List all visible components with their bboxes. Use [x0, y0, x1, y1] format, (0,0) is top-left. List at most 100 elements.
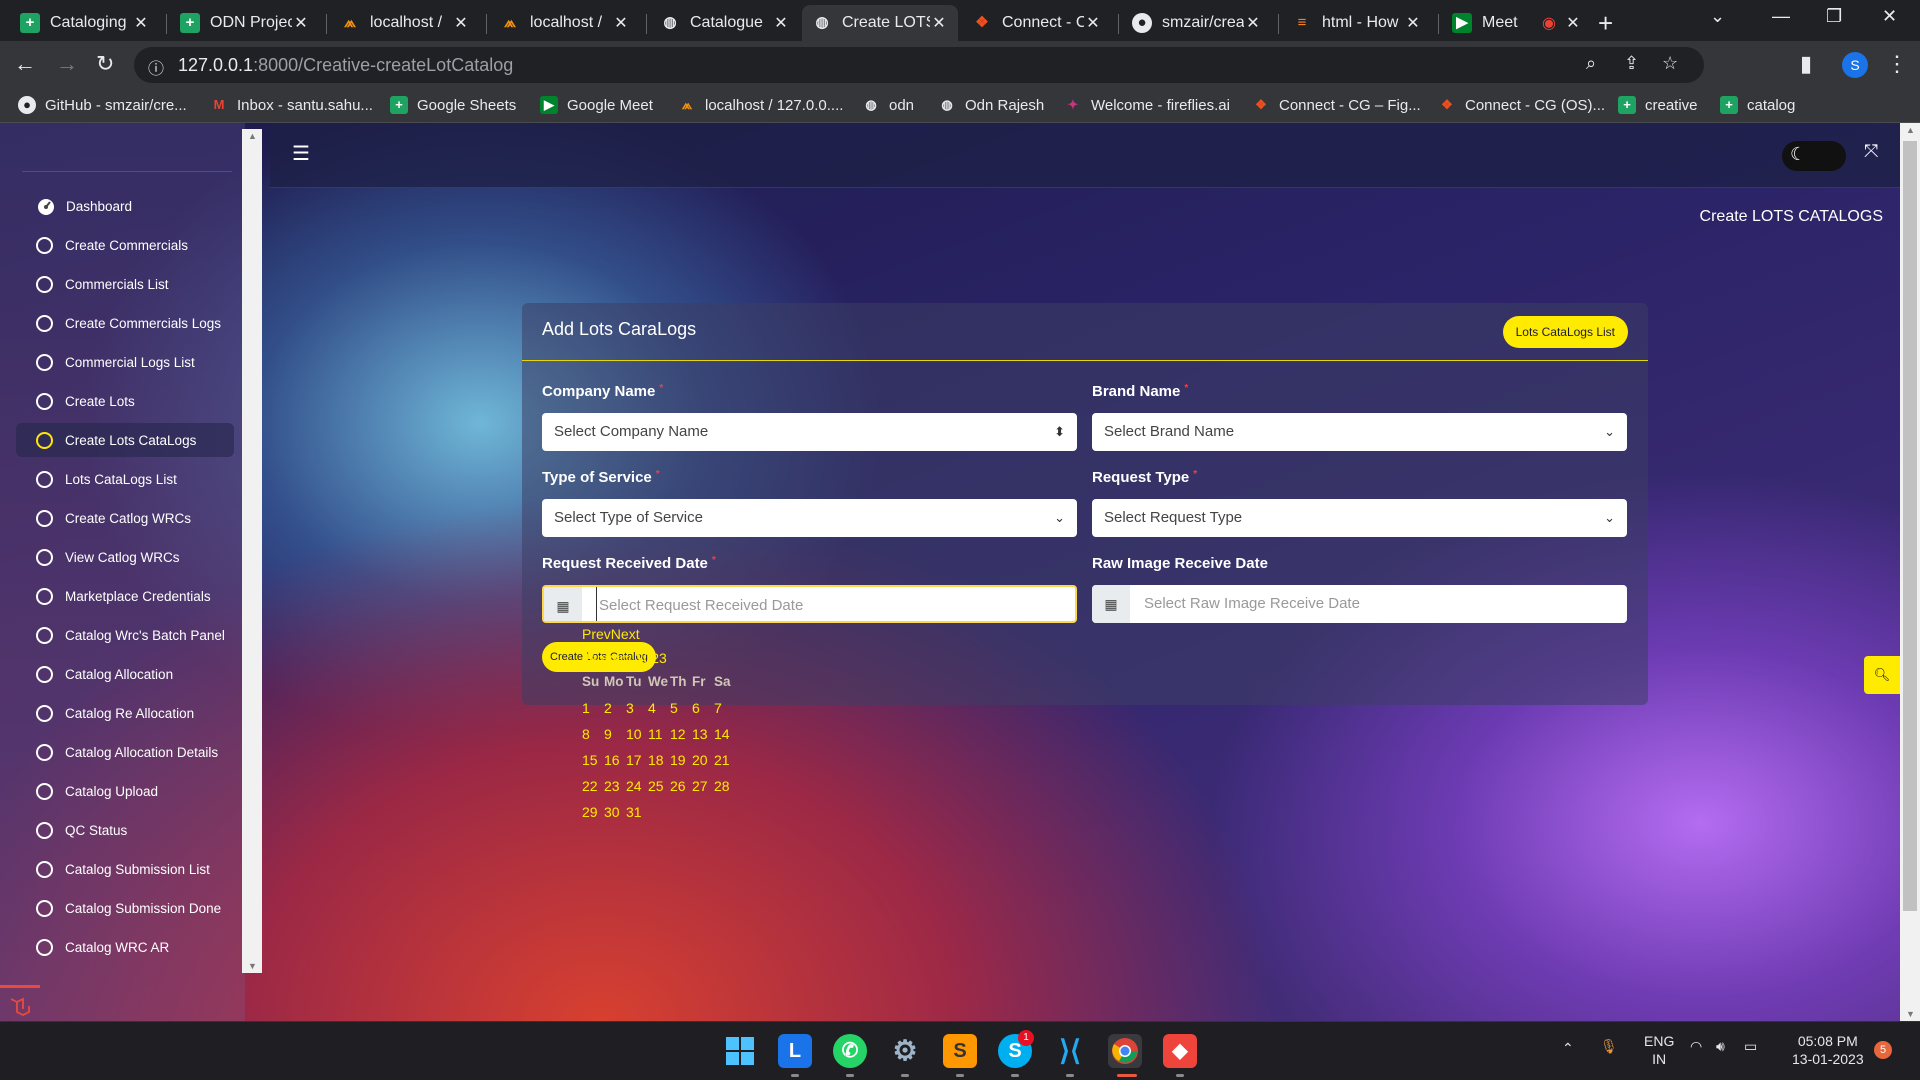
sidebar-item-marketplace-credentials[interactable]: Marketplace Credentials	[16, 579, 234, 613]
zoom-icon[interactable]: ⌕	[1586, 53, 1596, 74]
close-window-icon[interactable]: ✕	[1882, 6, 1897, 27]
day-cell[interactable]: 23	[604, 778, 626, 804]
sidebar-scrollbar[interactable]: ▲ ▼	[242, 129, 262, 973]
address-bar[interactable]: ⓘ 127.0.0.1:8000/Creative-createLotCatal…	[134, 47, 1704, 83]
bookmark-item[interactable]: ◍ odn	[862, 96, 914, 114]
scrollbar-thumb[interactable]	[1903, 141, 1917, 911]
day-cell[interactable]: 26	[670, 778, 692, 804]
day-cell[interactable]: 11	[648, 726, 670, 752]
browser-tab[interactable]: ⩕ localhost / ✕	[330, 5, 480, 41]
bookmark-item[interactable]: M Inbox - santu.sahu...	[210, 96, 373, 114]
sidebar-item-create-lots-catalogs[interactable]: Create Lots CataLogs	[16, 423, 234, 457]
sidebar-item-create-catlog-wrcs[interactable]: Create Catlog WRCs	[16, 501, 234, 535]
day-cell[interactable]: 3	[626, 700, 648, 726]
anydesk-icon[interactable]: ◆	[1163, 1034, 1197, 1068]
day-cell[interactable]: 10	[626, 726, 648, 752]
wifi-icon[interactable]: ◠	[1690, 1038, 1702, 1055]
type-of-service-select[interactable]: Select Type of Service ⌄	[542, 499, 1077, 537]
hamburger-menu-icon[interactable]: ☰	[292, 141, 310, 166]
prev-month-link[interactable]: Prev	[582, 626, 611, 642]
request-type-select[interactable]: Select Request Type ⌄	[1092, 499, 1627, 537]
day-cell[interactable]: 2	[604, 700, 626, 726]
day-cell[interactable]: 17	[626, 752, 648, 778]
restore-icon[interactable]: ❐	[1826, 6, 1842, 27]
scroll-up-icon[interactable]: ▲	[1906, 125, 1915, 135]
new-tab-button[interactable]: +	[1598, 8, 1613, 39]
day-cell[interactable]: 1	[582, 700, 604, 726]
sidebar-item-catalog-wrc-ar[interactable]: Catalog WRC AR	[16, 930, 234, 964]
browser-tab[interactable]: ● smzair/crea ✕	[1122, 5, 1272, 41]
day-cell[interactable]: 25	[648, 778, 670, 804]
day-cell[interactable]: 19	[670, 752, 692, 778]
day-cell[interactable]: 24	[626, 778, 648, 804]
day-cell[interactable]: 16	[604, 752, 626, 778]
chevron-up-icon[interactable]: ⌃	[1562, 1040, 1574, 1057]
browser-tab[interactable]: ⩕ localhost / ✕	[490, 5, 640, 41]
profile-avatar[interactable]: S	[1842, 52, 1868, 78]
sidebar-item-create-lots[interactable]: Create Lots	[16, 384, 234, 418]
brand-name-select[interactable]: Select Brand Name ⌄	[1092, 413, 1627, 451]
scroll-down-icon[interactable]: ▼	[1906, 1009, 1915, 1019]
menu-icon[interactable]: ⋮	[1886, 51, 1908, 77]
minimize-icon[interactable]: —	[1772, 6, 1790, 27]
browser-tab[interactable]: + ODN Project ✕	[170, 5, 320, 41]
sidebar-item-catalog-allocation[interactable]: Catalog Allocation	[16, 657, 234, 691]
language-indicator[interactable]: ENG IN	[1644, 1032, 1674, 1068]
day-cell[interactable]: 15	[582, 752, 604, 778]
day-cell[interactable]: 8	[582, 726, 604, 752]
day-cell[interactable]: 4	[648, 700, 670, 726]
whatsapp-icon[interactable]: ✆	[833, 1034, 867, 1068]
day-cell[interactable]: 28	[714, 778, 736, 804]
settings-icon[interactable]: ⚙	[888, 1034, 922, 1068]
share-icon[interactable]: ⇪	[1624, 53, 1639, 74]
bookmark-item[interactable]: ✦ Welcome - fireflies.ai	[1064, 96, 1230, 114]
sidebar-item-qc-status[interactable]: QC Status	[16, 813, 234, 847]
day-cell[interactable]: 7	[714, 700, 736, 726]
bookmark-star-icon[interactable]: ☆	[1662, 53, 1678, 74]
close-icon[interactable]: ✕	[1404, 13, 1422, 33]
clock[interactable]: 05:08 PM 13-01-2023	[1792, 1032, 1864, 1068]
fullscreen-icon[interactable]: ⤧	[1864, 141, 1878, 162]
sidebar-item-catalog-submission-done[interactable]: Catalog Submission Done	[16, 891, 234, 925]
lens-icon[interactable]: L	[778, 1034, 812, 1068]
page-scrollbar[interactable]: ▲ ▼	[1900, 123, 1920, 1021]
dark-mode-toggle[interactable]: ☾	[1782, 141, 1846, 171]
close-icon[interactable]: ✕	[1564, 13, 1582, 33]
day-cell[interactable]: 20	[692, 752, 714, 778]
notification-badge[interactable]: 5	[1874, 1041, 1892, 1059]
forward-icon[interactable]: →	[56, 51, 78, 77]
sidebar-item-view-catlog-wrcs[interactable]: View Catlog WRCs	[16, 540, 234, 574]
bookmark-item[interactable]: + creative	[1618, 96, 1698, 114]
bookmark-item[interactable]: ▶ Google Meet	[540, 96, 653, 114]
close-icon[interactable]: ✕	[132, 13, 150, 33]
bookmark-item[interactable]: + catalog	[1720, 96, 1795, 114]
battery-icon[interactable]: ▭	[1744, 1038, 1757, 1055]
bookmark-item[interactable]: ● GitHub - smzair/cre...	[18, 96, 187, 114]
day-cell[interactable]: 29	[582, 804, 604, 830]
browser-tab-active[interactable]: ◍ Create LOTS ✕	[802, 5, 958, 41]
day-cell[interactable]: 6	[692, 700, 714, 726]
bookmark-item[interactable]: ⩕ localhost / 127.0.0....	[678, 96, 844, 114]
sidebar-item-create-commercials-logs[interactable]: Create Commercials Logs	[16, 306, 234, 340]
day-cell[interactable]: 22	[582, 778, 604, 804]
bookmark-item[interactable]: ❖ Connect - CG – Fig...	[1252, 96, 1421, 114]
day-cell[interactable]: 12	[670, 726, 692, 752]
search-icon[interactable]: 🔍︎	[1864, 656, 1900, 694]
browser-tab[interactable]: ❖ Connect - C ✕	[962, 5, 1112, 41]
windows-start-icon[interactable]	[723, 1034, 757, 1068]
day-cell[interactable]: 18	[648, 752, 670, 778]
day-cell[interactable]: 27	[692, 778, 714, 804]
sidebar-item-create-commercials[interactable]: Create Commercials	[16, 228, 234, 262]
microphone-icon[interactable]: 🎙︎	[1600, 1038, 1618, 1055]
back-icon[interactable]: ←	[14, 51, 36, 77]
day-cell[interactable]: 5	[670, 700, 692, 726]
volume-icon[interactable]: 🔊︎	[1716, 1038, 1725, 1055]
side-panel-icon[interactable]: ▮	[1800, 51, 1812, 77]
next-month-link[interactable]: Next	[611, 626, 640, 642]
close-icon[interactable]: ✕	[452, 13, 470, 33]
close-icon[interactable]: ✕	[772, 13, 790, 33]
bookmark-item[interactable]: ❖ Connect - CG (OS)...	[1438, 96, 1605, 114]
sidebar-item-batch-panel[interactable]: Catalog Wrc's Batch Panel	[16, 618, 234, 652]
request-received-date-input[interactable]: ▦ Select Request Received Date	[542, 585, 1077, 623]
sidebar-item-catalog-submission-list[interactable]: Catalog Submission List	[16, 852, 234, 886]
